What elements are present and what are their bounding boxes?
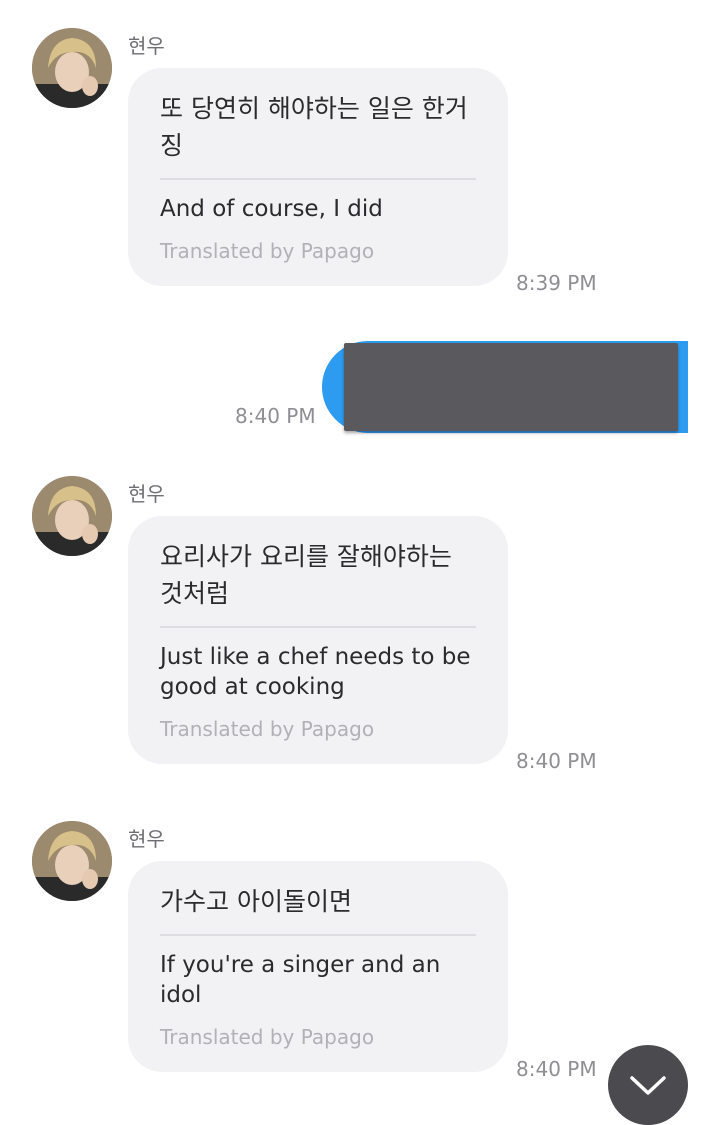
translated-text: Just like a chef needs to be good at coo… (160, 644, 471, 700)
original-text: 가수고 아이돌이면 (160, 883, 476, 936)
sender-avatar[interactable] (32, 476, 112, 556)
avatar-photo-icon (32, 821, 112, 901)
original-text: 또 당연히 해야하는 일은 한거징 (160, 90, 476, 180)
message-timestamp: 8:40 PM (516, 749, 597, 773)
sender-avatar[interactable] (32, 821, 112, 901)
translated-text: If you're a singer and an idol (160, 952, 441, 1008)
scroll-to-bottom-button[interactable] (608, 1045, 688, 1125)
message-timestamp: 8:40 PM (516, 1057, 597, 1081)
translated-text: And of course, I did (160, 196, 383, 222)
original-text: 요리사가 요리를 잘해야하는 것처럼 (160, 538, 476, 628)
redaction-block (344, 343, 678, 431)
sender-avatar[interactable] (32, 28, 112, 108)
avatar-photo-icon (32, 476, 112, 556)
sender-name: 현우 (128, 34, 165, 58)
translation-credit: Translated by Papago (160, 239, 375, 263)
avatar-photo-icon (32, 28, 112, 108)
translation-credit: Translated by Papago (160, 1025, 375, 1049)
incoming-message-bubble[interactable]: 요리사가 요리를 잘해야하는 것처럼 Just like a chef need… (128, 516, 508, 764)
sender-name: 현우 (128, 827, 165, 851)
incoming-message-bubble[interactable]: 가수고 아이돌이면 If you're a singer and an idol… (128, 861, 508, 1072)
translation-credit: Translated by Papago (160, 717, 375, 741)
incoming-message-bubble[interactable]: 또 당연히 해야하는 일은 한거징 And of course, I did T… (128, 68, 508, 286)
chevron-down-icon (630, 1076, 666, 1095)
message-timestamp: 8:39 PM (516, 271, 597, 295)
sender-name: 현우 (128, 482, 165, 506)
outgoing-timestamp: 8:40 PM (235, 404, 316, 428)
